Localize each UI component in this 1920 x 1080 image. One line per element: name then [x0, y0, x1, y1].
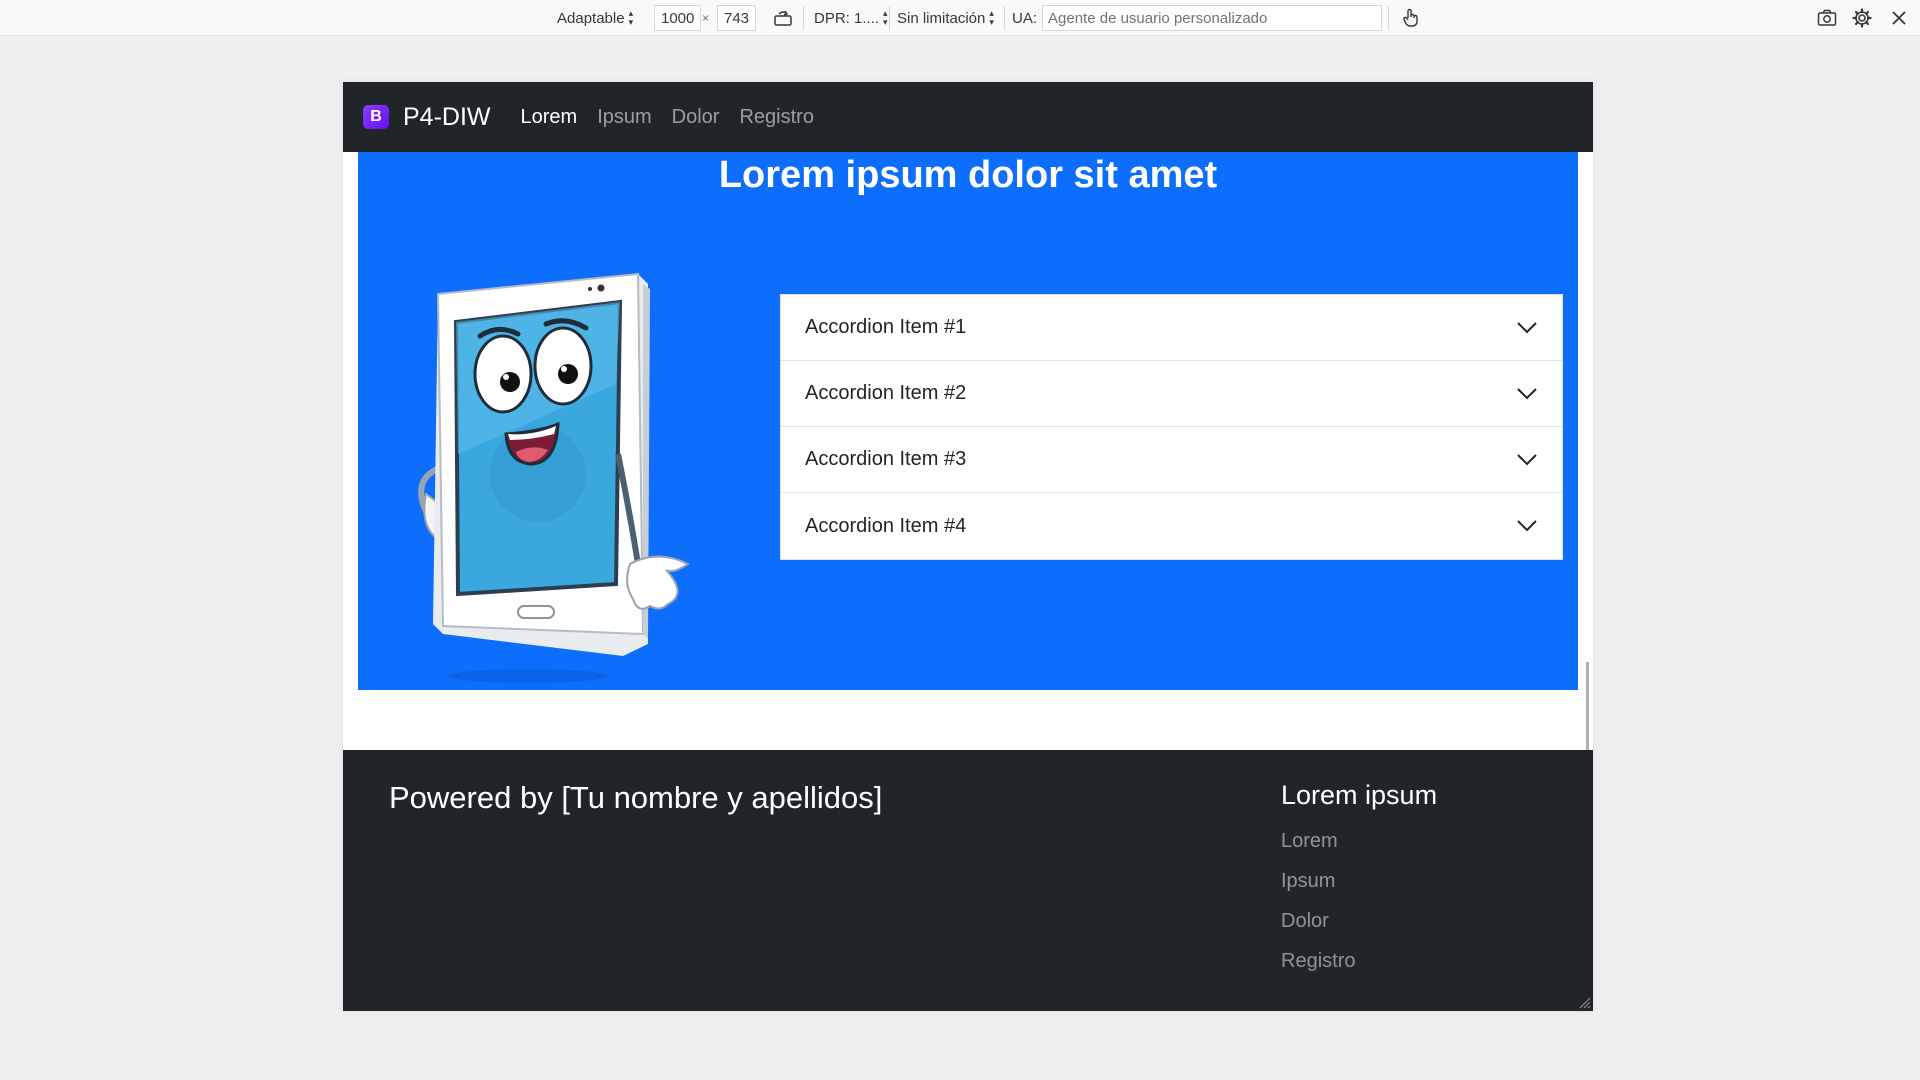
rotate-icon[interactable] — [770, 5, 796, 31]
chevron-down-icon — [1517, 387, 1537, 399]
accordion-item-2[interactable]: Accordion Item #2 — [781, 361, 1562, 427]
footer-link-lorem[interactable]: Lorem — [1281, 829, 1355, 853]
close-icon[interactable] — [1886, 5, 1912, 31]
footer-link-dolor[interactable]: Dolor — [1281, 909, 1355, 933]
bootstrap-logo[interactable]: B — [363, 105, 389, 129]
responsive-toolbar: Adaptable ▴ ▾ 1000 × 743 DPR: 1.... ▴ ▾ Si… — [0, 0, 1920, 36]
user-agent-input[interactable]: Agente de usuario personalizado — [1042, 5, 1383, 31]
footer: Powered by [Tu nombre y apellidos] Lorem… — [343, 750, 1593, 1011]
brand-name[interactable]: P4-DIW — [403, 103, 491, 132]
dpr-label: DPR: 1.... — [814, 9, 880, 27]
chevron-down-icon — [1517, 321, 1537, 333]
dropdown-arrow-icon: ▴ ▾ — [989, 8, 994, 27]
camera-icon[interactable] — [1814, 5, 1840, 31]
accordion-item-4[interactable]: Accordion Item #4 — [781, 493, 1562, 559]
navbar: B P4-DIW Lorem Ipsum Dolor Registro — [343, 82, 1593, 152]
viewport-width-input[interactable]: 1000 — [654, 5, 702, 31]
chevron-down-icon — [1517, 520, 1537, 532]
hero-title: Lorem ipsum dolor sit amet — [718, 154, 1218, 196]
footer-link-ipsum[interactable]: Ipsum — [1281, 869, 1355, 893]
phone-mascot-image — [418, 272, 690, 683]
nav-link-registro[interactable]: Registro — [739, 106, 813, 129]
nav-link-lorem[interactable]: Lorem — [521, 106, 578, 129]
viewport-height-input[interactable]: 743 — [717, 5, 757, 31]
nav-link-ipsum[interactable]: Ipsum — [597, 106, 651, 129]
throttle-selector[interactable]: Sin limitación ▴ ▾ — [897, 0, 994, 36]
footer-link-registro[interactable]: Registro — [1281, 949, 1355, 973]
device-selector-label: Adaptable — [557, 9, 625, 27]
hero-section: Lorem ipsum dolor sit amet Accordion Ite… — [358, 152, 1578, 690]
page-viewport: B P4-DIW Lorem Ipsum Dolor Registro Lore… — [343, 82, 1593, 1011]
dpr-selector[interactable]: DPR: 1.... ▴ ▾ — [814, 0, 888, 36]
resize-handle-icon[interactable] — [1577, 995, 1591, 1009]
accordion-item-1[interactable]: Accordion Item #1 — [781, 295, 1562, 361]
dropdown-arrow-icon: ▴ ▾ — [628, 8, 634, 27]
accordion-item-label: Accordion Item #2 — [805, 382, 967, 404]
footer-powered-by: Powered by [Tu nombre y apellidos] — [389, 780, 883, 815]
size-separator: × — [702, 11, 710, 25]
throttle-label: Sin limitación — [897, 9, 986, 27]
accordion-item-3[interactable]: Accordion Item #3 — [781, 427, 1562, 493]
gear-icon[interactable] — [1849, 5, 1875, 31]
nav-link-dolor[interactable]: Dolor — [672, 106, 720, 129]
device-selector[interactable]: Adaptable ▴ ▾ — [557, 0, 633, 36]
dropdown-arrow-icon: ▴ ▾ — [883, 8, 888, 27]
accordion-item-label: Accordion Item #1 — [805, 316, 967, 338]
chevron-down-icon — [1517, 453, 1537, 465]
accordion-item-label: Accordion Item #4 — [805, 514, 967, 537]
ua-label: UA: — [1012, 9, 1038, 27]
footer-heading: Lorem ipsum — [1281, 780, 1438, 810]
nav-links: Lorem Ipsum Dolor Registro — [521, 106, 834, 129]
accordion: Accordion Item #1 Accordion Item #2 Acco… — [780, 294, 1563, 560]
footer-links: Lorem Ipsum Dolor Registro — [1281, 829, 1355, 989]
accordion-item-label: Accordion Item #3 — [805, 448, 967, 470]
touch-icon[interactable] — [1398, 5, 1424, 31]
